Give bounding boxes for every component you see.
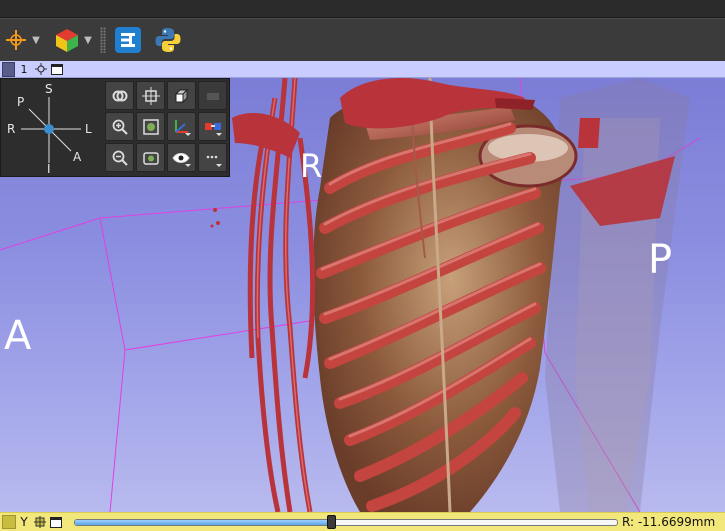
fit-view-icon[interactable] — [136, 112, 165, 141]
view-controller-bar: 1 — [0, 61, 725, 78]
chevron-down-icon[interactable]: ▼ — [82, 23, 94, 57]
orthographic-toggle-icon[interactable] — [167, 81, 196, 110]
zoom-in-icon[interactable] — [105, 112, 134, 141]
slider-fill — [75, 520, 333, 525]
toolbar-grip-icon[interactable] — [100, 27, 106, 53]
compass-inferior: I — [47, 162, 51, 176]
extension-manager-icon[interactable] — [112, 23, 144, 57]
slicer-window: ▼ ▼ 1 R P A S P R L A I Y R: -11.6699mm — [0, 0, 725, 531]
pin-icon[interactable] — [2, 515, 16, 529]
stereo-view-icon[interactable] — [198, 112, 227, 141]
disabled-action-icon — [198, 81, 227, 110]
view-number: 1 — [20, 62, 28, 76]
slice-axis-label: Y — [20, 515, 28, 529]
3d-view[interactable]: R P A S P R L A I — [0, 78, 725, 512]
compass-posterior: P — [17, 95, 25, 109]
slider-handle[interactable] — [327, 515, 337, 529]
zoom-out-icon[interactable] — [105, 143, 134, 172]
compass-anterior: A — [73, 150, 82, 164]
crosshair-icon[interactable] — [2, 23, 30, 57]
maximize-view-icon[interactable] — [49, 62, 65, 77]
menu-strip — [0, 0, 725, 18]
orientation-label-posterior: P — [648, 237, 673, 283]
compass-left: L — [85, 122, 92, 136]
link-views-icon[interactable] — [105, 81, 134, 110]
compass-superior: S — [45, 82, 53, 96]
orientation-label-anterior: A — [4, 313, 32, 359]
orientation-compass[interactable]: S P R L A I — [1, 79, 101, 178]
view-options-icon[interactable] — [32, 516, 48, 528]
chevron-down-icon[interactable]: ▼ — [30, 23, 42, 57]
axes-visibility-icon[interactable] — [167, 112, 196, 141]
screenshot-icon[interactable] — [136, 143, 165, 172]
slice-offset-readout: R: -11.6699mm — [622, 515, 716, 529]
python-console-icon[interactable] — [152, 23, 184, 57]
main-toolbar: ▼ ▼ — [0, 18, 725, 61]
slice-offset-slider[interactable] — [74, 519, 618, 526]
center-view-icon[interactable] — [136, 81, 165, 110]
layout-cube-icon[interactable] — [52, 23, 82, 57]
pin-icon[interactable] — [2, 61, 15, 77]
view-controls-panel: S P R L A I — [0, 78, 230, 177]
orientation-label-right: R — [300, 147, 323, 185]
eye-visibility-icon[interactable] — [167, 143, 196, 172]
compass-right: R — [7, 122, 16, 136]
maximize-view-icon[interactable] — [48, 516, 64, 528]
view-options-icon[interactable] — [33, 62, 49, 77]
slice-controller-bar: Y R: -11.6699mm — [0, 512, 725, 531]
more-options-icon[interactable] — [198, 143, 227, 172]
